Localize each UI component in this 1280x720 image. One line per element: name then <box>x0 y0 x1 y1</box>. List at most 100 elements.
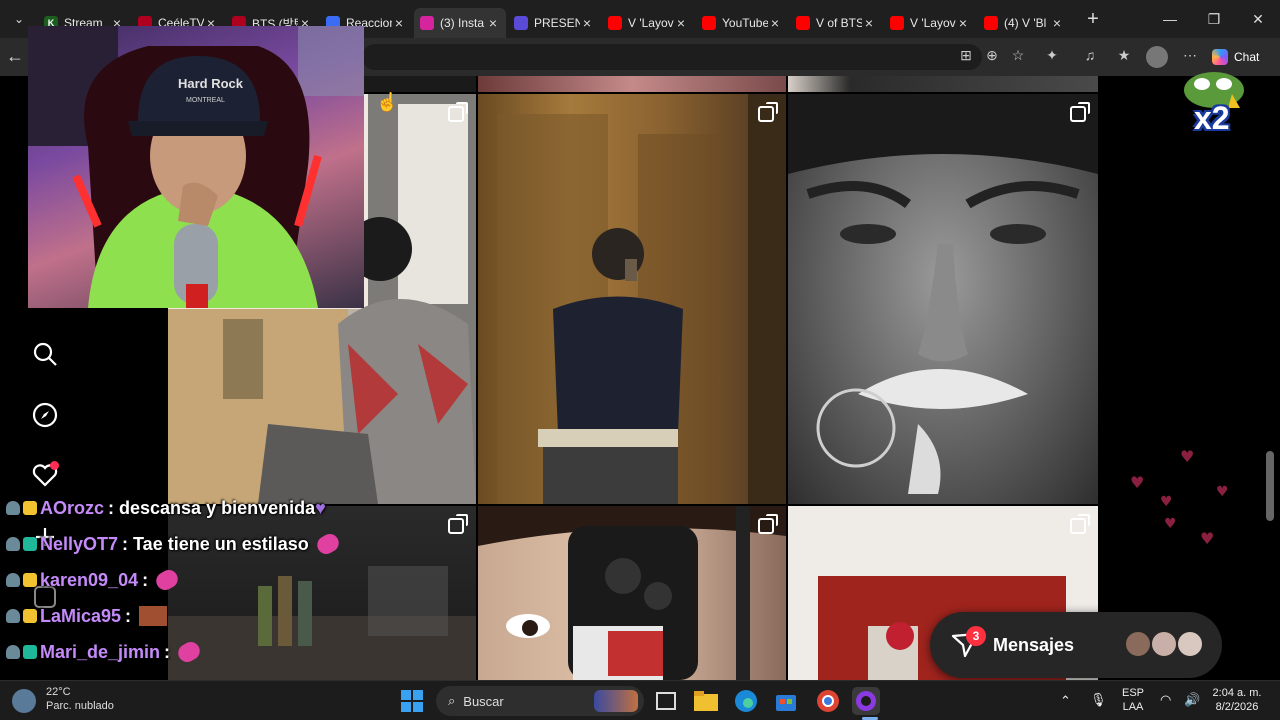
close-tab-icon[interactable]: × <box>768 15 782 31</box>
post-thumbnail[interactable] <box>788 76 1098 92</box>
weather-description: Parc. nublado <box>46 700 114 712</box>
favorite-star-icon[interactable]: ☆ <box>1008 47 1028 67</box>
browser-tab[interactable]: (4) V 'Bl × <box>978 8 1070 38</box>
back-arrow-icon[interactable]: ← <box>6 46 24 67</box>
mod-badge-icon <box>6 573 20 587</box>
microsoft-store-icon[interactable] <box>772 687 800 715</box>
svg-text:♥: ♥ <box>1180 447 1194 466</box>
browser-tab[interactable]: PRESEN × <box>508 8 600 38</box>
chrome-icon[interactable] <box>814 687 842 715</box>
mod-badge-icon <box>6 609 20 623</box>
microphone-icon[interactable]: 🎙 <box>1090 693 1107 707</box>
post-thumbnail[interactable] <box>788 94 1098 504</box>
close-window-icon[interactable]: ✕ <box>1236 0 1280 38</box>
close-tab-icon[interactable]: × <box>862 15 876 31</box>
purple-heart-emote-icon: ♥ <box>315 497 326 518</box>
photo-phone-selfie <box>478 506 786 680</box>
post-thumbnail[interactable] <box>478 76 786 92</box>
svg-text:♥: ♥ <box>1130 473 1144 492</box>
maximize-icon[interactable]: ❐ <box>1192 0 1236 38</box>
crown-badge-icon <box>23 573 37 587</box>
taskbar-search[interactable]: ⌕ Buscar <box>436 686 644 716</box>
notification-dot <box>50 461 59 470</box>
svg-text:♥: ♥ <box>1200 529 1214 548</box>
windows-start-icon[interactable] <box>398 687 426 715</box>
close-tab-icon[interactable]: × <box>392 15 406 31</box>
browser-tab[interactable]: (3) Insta × <box>414 8 506 38</box>
file-explorer-icon[interactable] <box>692 687 720 715</box>
multiple-photos-icon <box>758 102 778 122</box>
post-thumbnail[interactable] <box>478 506 786 680</box>
photo-closeup-face <box>788 94 1098 494</box>
scrollbar-thumb[interactable] <box>1266 451 1274 521</box>
multiple-photos-icon <box>448 514 468 534</box>
chat-text: : <box>164 641 171 662</box>
emote-multiplier: x2 <box>1194 100 1230 136</box>
messages-button[interactable]: 3 Mensajes <box>930 612 1222 678</box>
close-tab-icon[interactable]: × <box>486 15 500 31</box>
chat-username[interactable]: Mari_de_jimin <box>40 642 160 663</box>
svg-text:♥: ♥ <box>1160 494 1173 510</box>
profile-avatar[interactable] <box>1146 46 1168 68</box>
svg-text:♥: ♥ <box>1164 516 1177 532</box>
copilot-icon <box>1212 49 1228 65</box>
search-icon[interactable] <box>30 339 60 369</box>
tab-title: YouTube <box>722 16 768 30</box>
tab-title: V of BTS <box>816 16 862 30</box>
mod-badge-icon <box>6 645 20 659</box>
new-tab-button[interactable]: + <box>1078 8 1108 31</box>
tab-favicon-icon <box>796 16 810 30</box>
svg-text:♥: ♥ <box>1216 484 1229 500</box>
address-bar[interactable] <box>362 44 982 70</box>
show-hidden-icons-chevron[interactable]: ⌃ <box>1060 694 1071 708</box>
chat-message: LaMica95: <box>6 604 168 628</box>
webcam-scene: Hard Rock MONTREAL <box>28 26 364 308</box>
messages-label: Mensajes <box>993 635 1075 655</box>
tab-favicon-icon <box>890 16 904 30</box>
edge-browser-icon[interactable] <box>732 687 760 715</box>
obs-app-icon[interactable] <box>852 687 880 715</box>
favorites-icon[interactable]: ★ <box>1114 47 1134 67</box>
chat-username[interactable]: LaMica95 <box>40 606 121 627</box>
weather-cloud-icon[interactable] <box>12 689 36 713</box>
chat-username[interactable]: karen09_04 <box>40 570 138 591</box>
close-tab-icon[interactable]: × <box>580 15 594 31</box>
wifi-icon[interactable]: ◠ <box>1160 693 1171 707</box>
chat-username[interactable]: NellyOT7 <box>40 534 118 555</box>
notifications-heart-icon[interactable] <box>30 460 60 490</box>
volume-icon[interactable]: 🔊 <box>1184 693 1200 707</box>
chat-username[interactable]: AOrozc <box>40 498 104 519</box>
browser-tab[interactable]: V of BTS × <box>790 8 882 38</box>
minimize-icon[interactable]: — <box>1148 0 1192 38</box>
browser-tab[interactable]: V 'Layov × <box>884 8 976 38</box>
stream-chat-overlay: AOrozc: descansa y bienvenida ♥ NellyOT7:… <box>0 494 370 684</box>
tab-favicon-icon <box>702 16 716 30</box>
tab-title: V 'Layov <box>628 16 674 30</box>
task-view-icon[interactable] <box>652 687 680 715</box>
tab-title: (3) Insta <box>440 16 485 30</box>
extensions-icon[interactable]: ✦ <box>1042 47 1062 67</box>
cap-logo-subtext: MONTREAL <box>186 97 225 104</box>
language-indicator[interactable]: ESP LAA <box>1120 686 1146 714</box>
browser-tab[interactable]: YouTube × <box>696 8 788 38</box>
close-tab-icon[interactable]: × <box>1050 15 1064 31</box>
app-available-icon[interactable]: ⊞ <box>956 47 976 67</box>
close-tab-icon[interactable]: × <box>674 15 688 31</box>
clock[interactable]: 2:04 a. m. 8/2/2026 <box>1206 686 1268 714</box>
photo-mirror-selfie <box>498 94 786 504</box>
cap-logo-text: Hard Rock <box>178 76 244 91</box>
zoom-icon[interactable]: ⊕ <box>982 47 1002 67</box>
pepe-emote-overlay: x2 <box>1180 64 1250 136</box>
media-icon[interactable]: ♫ <box>1080 47 1100 67</box>
avatar <box>1124 630 1152 658</box>
close-tab-icon[interactable]: × <box>956 15 970 31</box>
explore-compass-icon[interactable] <box>30 400 60 430</box>
browser-tab[interactable]: V 'Layov × <box>602 8 694 38</box>
post-thumbnail[interactable] <box>364 76 476 92</box>
post-thumbnail[interactable] <box>478 94 786 504</box>
weather-widget[interactable]: 22°C Parc. nublado <box>46 685 114 713</box>
chat-text: : <box>125 605 132 626</box>
mod-badge-icon <box>6 501 20 515</box>
mod-badge-icon <box>6 537 20 551</box>
search-icon: ⌕ <box>448 693 456 708</box>
